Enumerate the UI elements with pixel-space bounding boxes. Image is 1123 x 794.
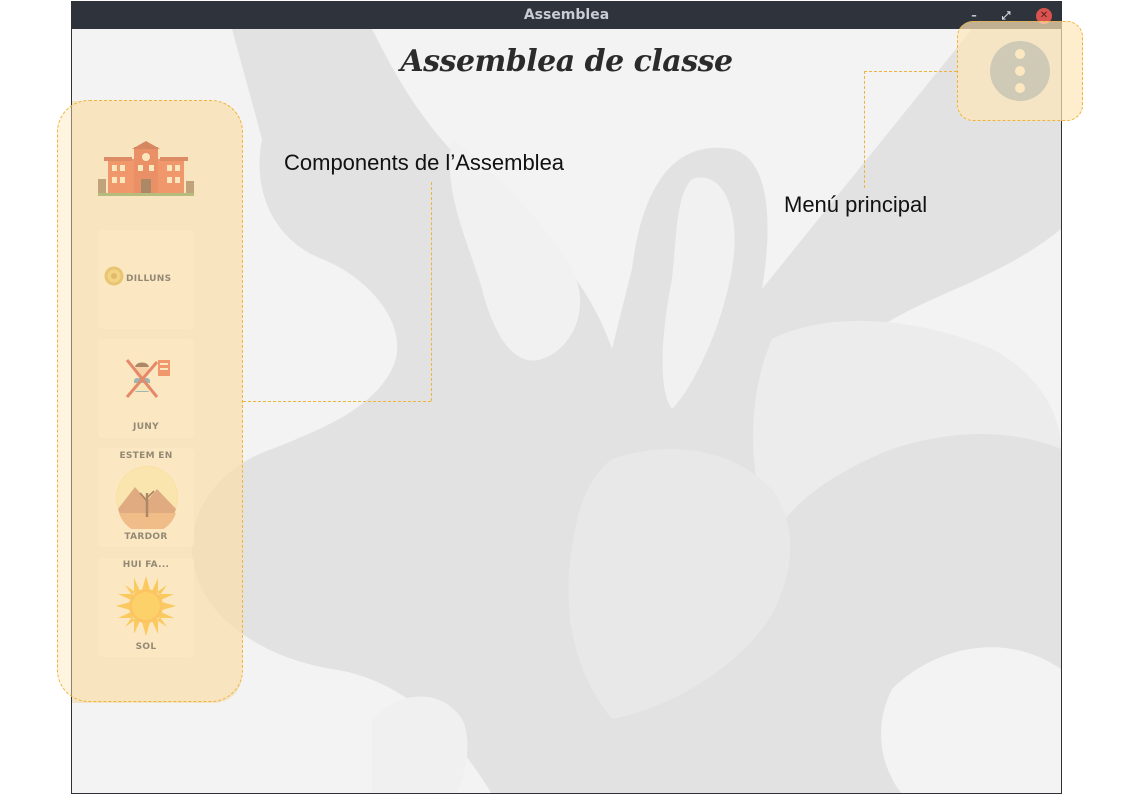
app-title: Assemblea de classe [400,44,733,79]
menu-annotation: Menú principal [784,192,928,217]
components-connector-h [243,401,431,402]
components-annotation: Components de l’Assemblea [284,150,565,175]
window-title: Assemblea [523,7,610,23]
components-highlight [57,100,243,702]
window-titlebar[interactable]: Assemblea – ⤢ ✕ [72,2,1061,29]
components-connector-v [431,182,432,401]
menu-connector-v [864,71,865,188]
menu-highlight [957,21,1083,121]
menu-connector-h [864,71,957,72]
